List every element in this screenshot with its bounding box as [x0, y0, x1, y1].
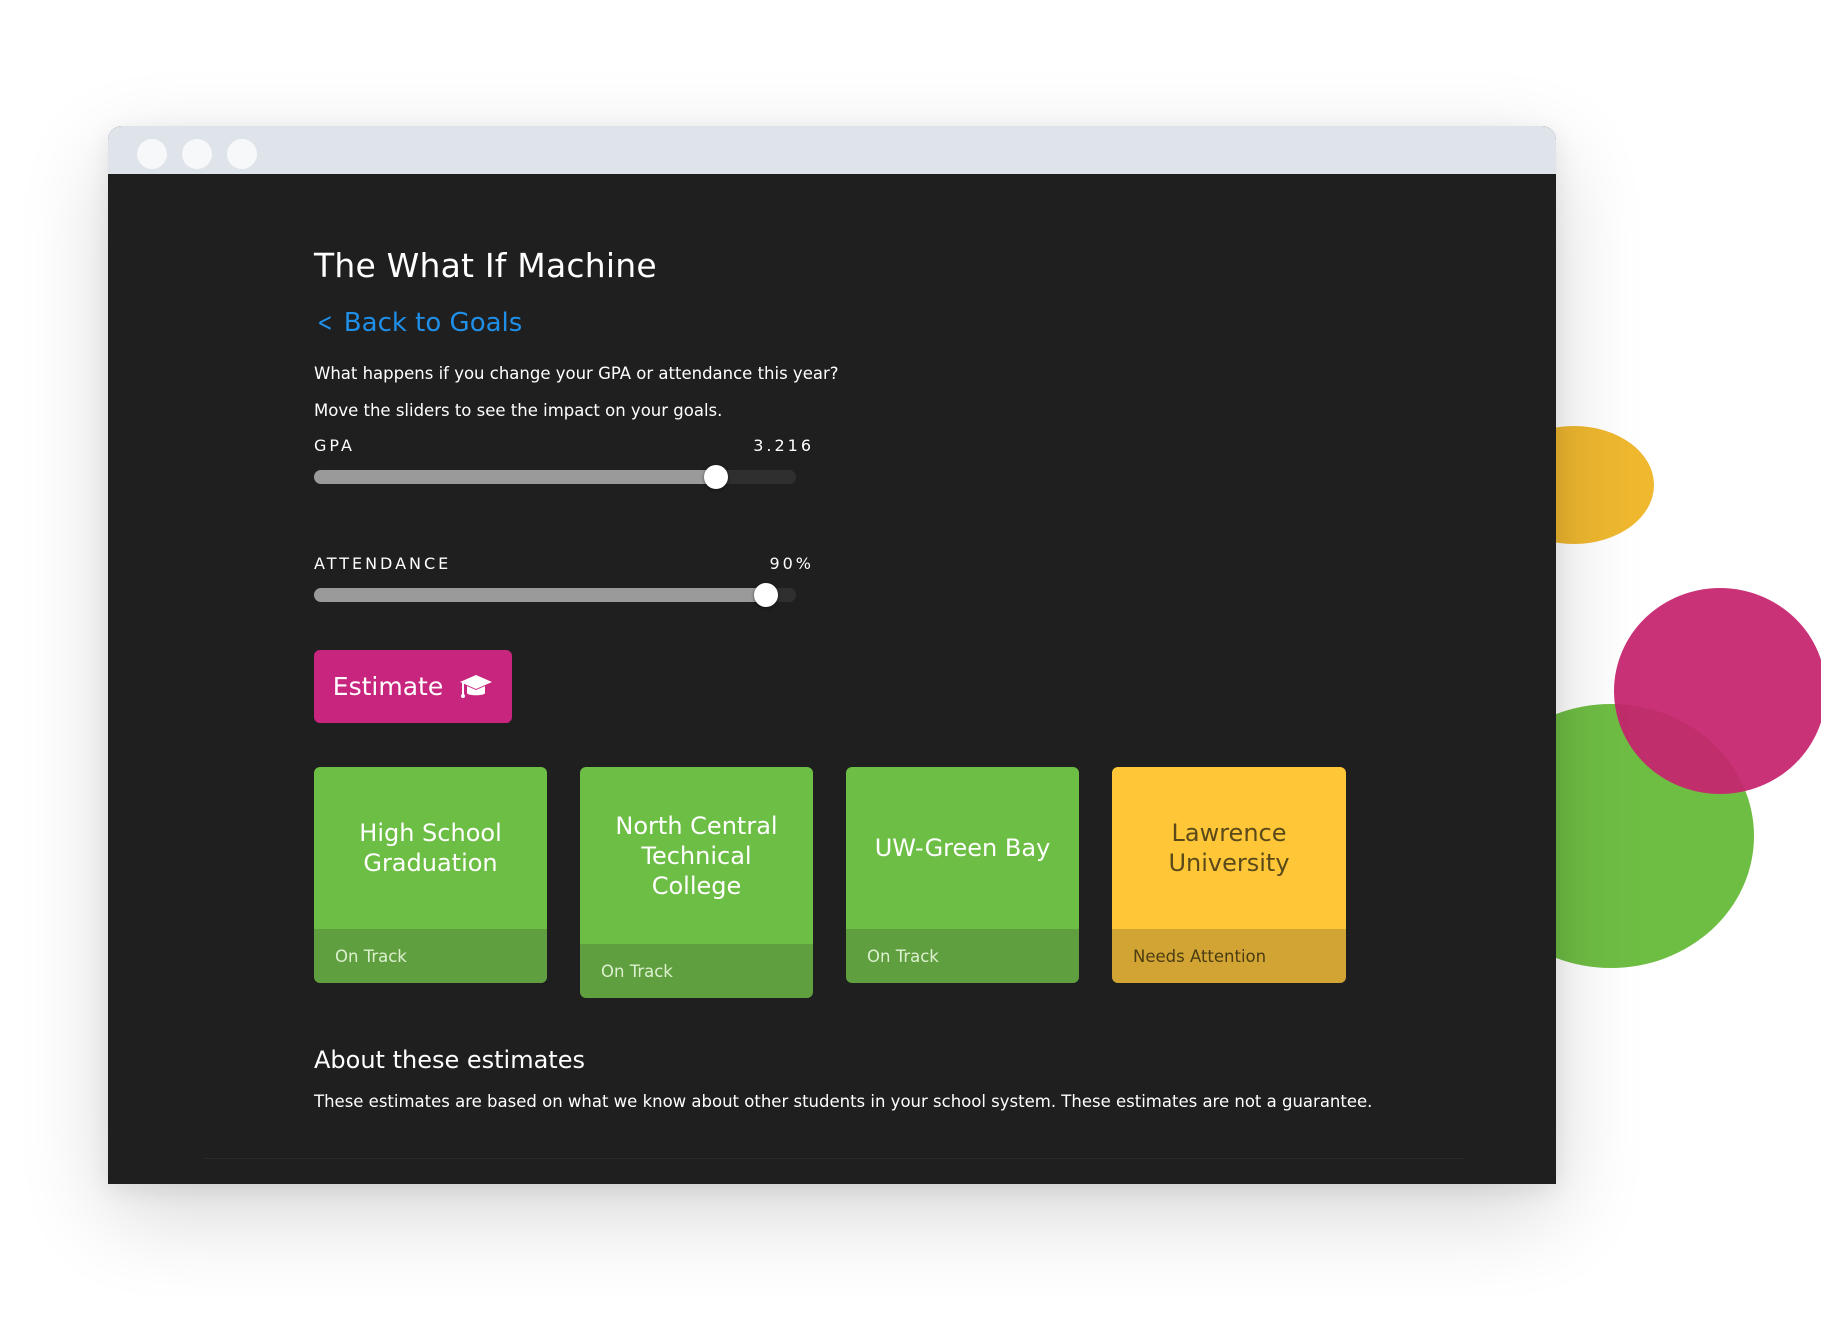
estimate-button-label: Estimate [332, 672, 444, 701]
attendance-slider-group: ATTENDANCE 90% [314, 554, 814, 607]
gpa-slider-group: GPA 3.216 [314, 436, 814, 489]
goal-card-status: On Track [846, 929, 1079, 983]
gpa-slider-thumb[interactable] [704, 465, 729, 489]
gpa-slider-fill [314, 470, 717, 484]
gpa-slider[interactable] [314, 465, 796, 489]
page-content: The What If Machine < Back to Goals What… [108, 174, 1556, 1184]
chevron-left-icon: < [317, 308, 333, 338]
back-to-goals-link[interactable]: < Back to Goals [314, 308, 522, 338]
goal-card-title: Lawrence University [1112, 767, 1346, 929]
window-titlebar [108, 126, 1556, 174]
graduation-cap-icon [460, 674, 493, 698]
goal-card-title: North Central Technical College [580, 767, 813, 944]
window-minimize-dot[interactable] [182, 139, 212, 169]
back-link-label: Back to Goals [343, 308, 523, 338]
gpa-label: GPA [314, 436, 355, 455]
attendance-value: 90% [769, 554, 814, 573]
prompt-question: What happens if you change your GPA or a… [314, 364, 839, 383]
browser-window: The What If Machine < Back to Goals What… [108, 126, 1556, 1184]
goal-card[interactable]: High School Graduation On Track [314, 767, 547, 983]
goal-card[interactable]: UW-Green Bay On Track [846, 767, 1079, 983]
decorative-magenta-circle [1614, 588, 1821, 794]
goal-card[interactable]: Lawrence University Needs Attention [1112, 767, 1346, 983]
goal-card-status: On Track [580, 944, 813, 998]
about-heading: About these estimates [314, 1046, 585, 1074]
about-text: These estimates are based on what we kno… [314, 1092, 1373, 1111]
attendance-slider-thumb[interactable] [754, 583, 779, 607]
gpa-value: 3.216 [753, 436, 814, 455]
goal-card-title: High School Graduation [314, 767, 547, 929]
page-title: The What If Machine [314, 246, 657, 285]
goal-card[interactable]: North Central Technical College On Track [580, 767, 813, 998]
goal-card-title: UW-Green Bay [846, 767, 1079, 929]
window-maximize-dot[interactable] [227, 139, 257, 169]
goal-card-status: Needs Attention [1112, 929, 1346, 983]
goal-cards: High School Graduation On Track North Ce… [314, 767, 1354, 1007]
attendance-slider[interactable] [314, 583, 796, 607]
prompt-instruction: Move the sliders to see the impact on yo… [314, 401, 723, 420]
attendance-slider-fill [314, 588, 767, 602]
estimate-button[interactable]: Estimate [314, 650, 512, 723]
goal-card-status: On Track [314, 929, 547, 983]
attendance-label: ATTENDANCE [314, 554, 452, 573]
window-close-dot[interactable] [137, 139, 167, 169]
stage: The What If Machine < Back to Goals What… [0, 0, 1821, 1329]
divider [204, 1158, 1464, 1159]
